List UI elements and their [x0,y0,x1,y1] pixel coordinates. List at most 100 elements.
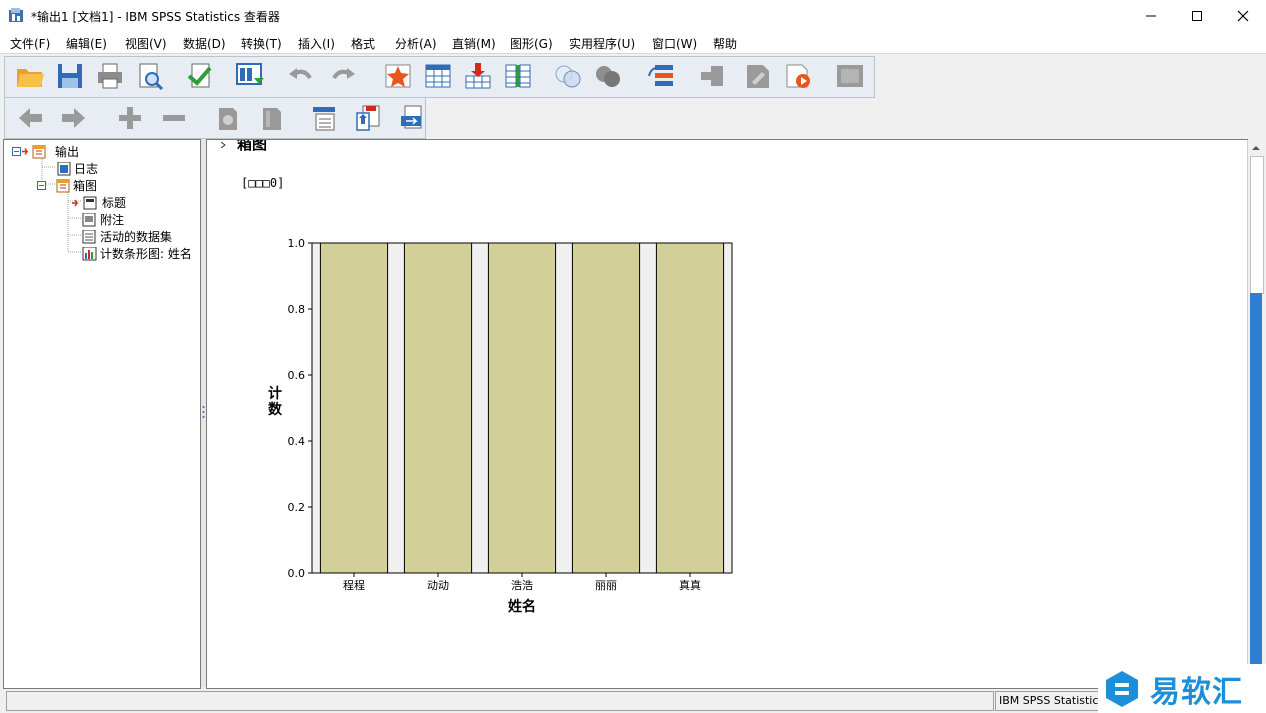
x-tick-label-1: 程程 [343,579,365,592]
save-button[interactable] [53,60,87,92]
tree-label-boxplot: 箱图 [73,179,98,193]
spss-app-icon [8,7,24,23]
insert-variable-button[interactable] [501,60,535,92]
goto-variable-button[interactable] [421,60,455,92]
tree-node-output[interactable]: 输出 [12,143,79,160]
menu-data[interactable]: 数据(D) [183,35,226,52]
menu-format[interactable]: 格式 [351,35,375,52]
bar-5 [655,242,725,574]
venn-button[interactable] [551,60,585,92]
menu-help[interactable]: 帮助 [713,35,737,52]
menu-utilities[interactable]: 实用程序(U) [569,35,635,52]
goto-variable-icon [425,64,451,88]
print-icon [98,63,122,89]
insert-text-button[interactable] [395,102,429,134]
outline-pane: 输出 日志 箱图 标题 附注 活动的数据集 计数条形图: 姓名 [3,139,201,689]
y-axis-label: 计数 [268,385,283,418]
goto-case-icon [385,64,411,88]
x-tick-label-5: 真真 [679,578,701,592]
scroll-up-icon[interactable] [1248,140,1264,156]
active-dataset-icon [82,229,96,243]
vertical-scrollbar[interactable] [1247,140,1264,687]
undo-button[interactable] [283,60,317,92]
tree-label-active-dataset: 活动的数据集 [100,230,173,244]
open-folder-icon [17,69,44,87]
insert-cases-button[interactable] [461,60,495,92]
title-bar: *输出1 [文档1] - IBM SPSS Statistics 查看器 [0,0,1266,31]
redo-button[interactable] [327,60,361,92]
tree-label-title: 标题 [102,196,127,210]
print-preview-icon [139,63,164,90]
bar-4 [571,242,641,574]
hide-button[interactable] [255,102,289,134]
export-icon [187,63,212,88]
forward-button[interactable] [57,102,91,134]
open-folder-button[interactable] [13,60,47,92]
tree-node-count-bar-chart[interactable]: 计数条形图: 姓名 [82,245,192,262]
show-icon [219,108,237,130]
x-axis-label: 姓名 [508,598,536,615]
undo-icon [289,68,312,80]
menu-analyze[interactable]: 分析(A) [395,35,437,52]
designate-window-button[interactable] [695,60,729,92]
watermark: 易软汇 [1098,664,1266,713]
chart-item-icon [82,246,97,260]
value-labels-icon [648,65,673,86]
status-bar: IBM SPSS Statistics [0,689,1266,713]
collapse-icon [163,115,185,121]
collapse-button[interactable] [157,102,191,134]
show-button[interactable] [211,102,245,134]
forward-arrow-icon [62,108,85,128]
y-tick-label-2: 0.2 [288,501,306,514]
back-arrow-icon [19,108,42,128]
menu-transform[interactable]: 转换(T) [241,35,282,52]
goto-case-button[interactable] [381,60,415,92]
frame-icon [837,65,863,87]
insert-title-button[interactable] [351,102,385,134]
menu-file[interactable]: 文件(F) [10,35,50,52]
tree-label-count-bar-chart: 计数条形图: 姓名 [100,247,192,261]
menu-view[interactable]: 视图(V) [125,35,167,52]
bar-3 [487,242,557,574]
redo-icon [332,68,355,80]
close-button[interactable] [1220,0,1266,31]
insert-heading-button[interactable] [307,102,341,134]
print-button[interactable] [93,60,127,92]
syntax-button[interactable] [741,60,775,92]
menu-window[interactable]: 窗口(W) [652,35,697,52]
menu-insert[interactable]: 插入(I) [298,35,335,52]
close-icon [1237,10,1249,21]
frame-button[interactable] [833,60,867,92]
maximize-button[interactable] [1174,0,1220,31]
output-content-pane: 箱图 [□□□0] 程程 动动 浩浩 丽丽 真真 0.0 0.2 0.4 0.6 0.8 1.0 姓名… [206,139,1248,689]
bar-chart[interactable]: 程程 动动 浩浩 丽丽 真真 0.0 0.2 0.4 0.6 0.8 1.0 姓名 计数 [257,225,817,625]
y-tick-label-1: 0.0 [288,567,306,580]
tree-node-active-dataset[interactable]: 活动的数据集 [82,228,172,245]
insert-title-icon [356,105,380,131]
x-tick-label-3: 浩浩 [511,579,533,592]
print-preview-button[interactable] [133,60,167,92]
minimize-button[interactable] [1128,0,1174,31]
x-tick-label-2: 动动 [427,579,449,592]
hide-icon [263,108,281,130]
export-button[interactable] [183,60,217,92]
run-script-button[interactable] [781,60,815,92]
menu-edit[interactable]: 编辑(E) [66,35,107,52]
tree-node-boxplot[interactable]: 箱图 [37,177,97,194]
menu-graphs[interactable]: 图形(G) [510,35,553,52]
collapse-boxplot-icon [37,178,70,192]
scrollbar-thumb[interactable] [1250,293,1262,686]
minimize-icon [1146,15,1156,16]
expand-button[interactable] [113,102,147,134]
menu-direct-marketing[interactable]: 直销(M) [452,35,496,52]
maximize-icon [1192,10,1202,21]
tree-node-log[interactable]: 日志 [56,160,98,177]
venn-filled-button[interactable] [591,60,625,92]
y-tick-label-3: 0.4 [288,435,306,448]
main-toolbar [4,56,875,98]
recall-dialog-button[interactable] [233,60,267,92]
back-button[interactable] [13,102,47,134]
tree-node-title[interactable]: 标题 [72,194,126,211]
tree-node-notes[interactable]: 附注 [82,211,124,228]
value-labels-button[interactable] [645,60,679,92]
